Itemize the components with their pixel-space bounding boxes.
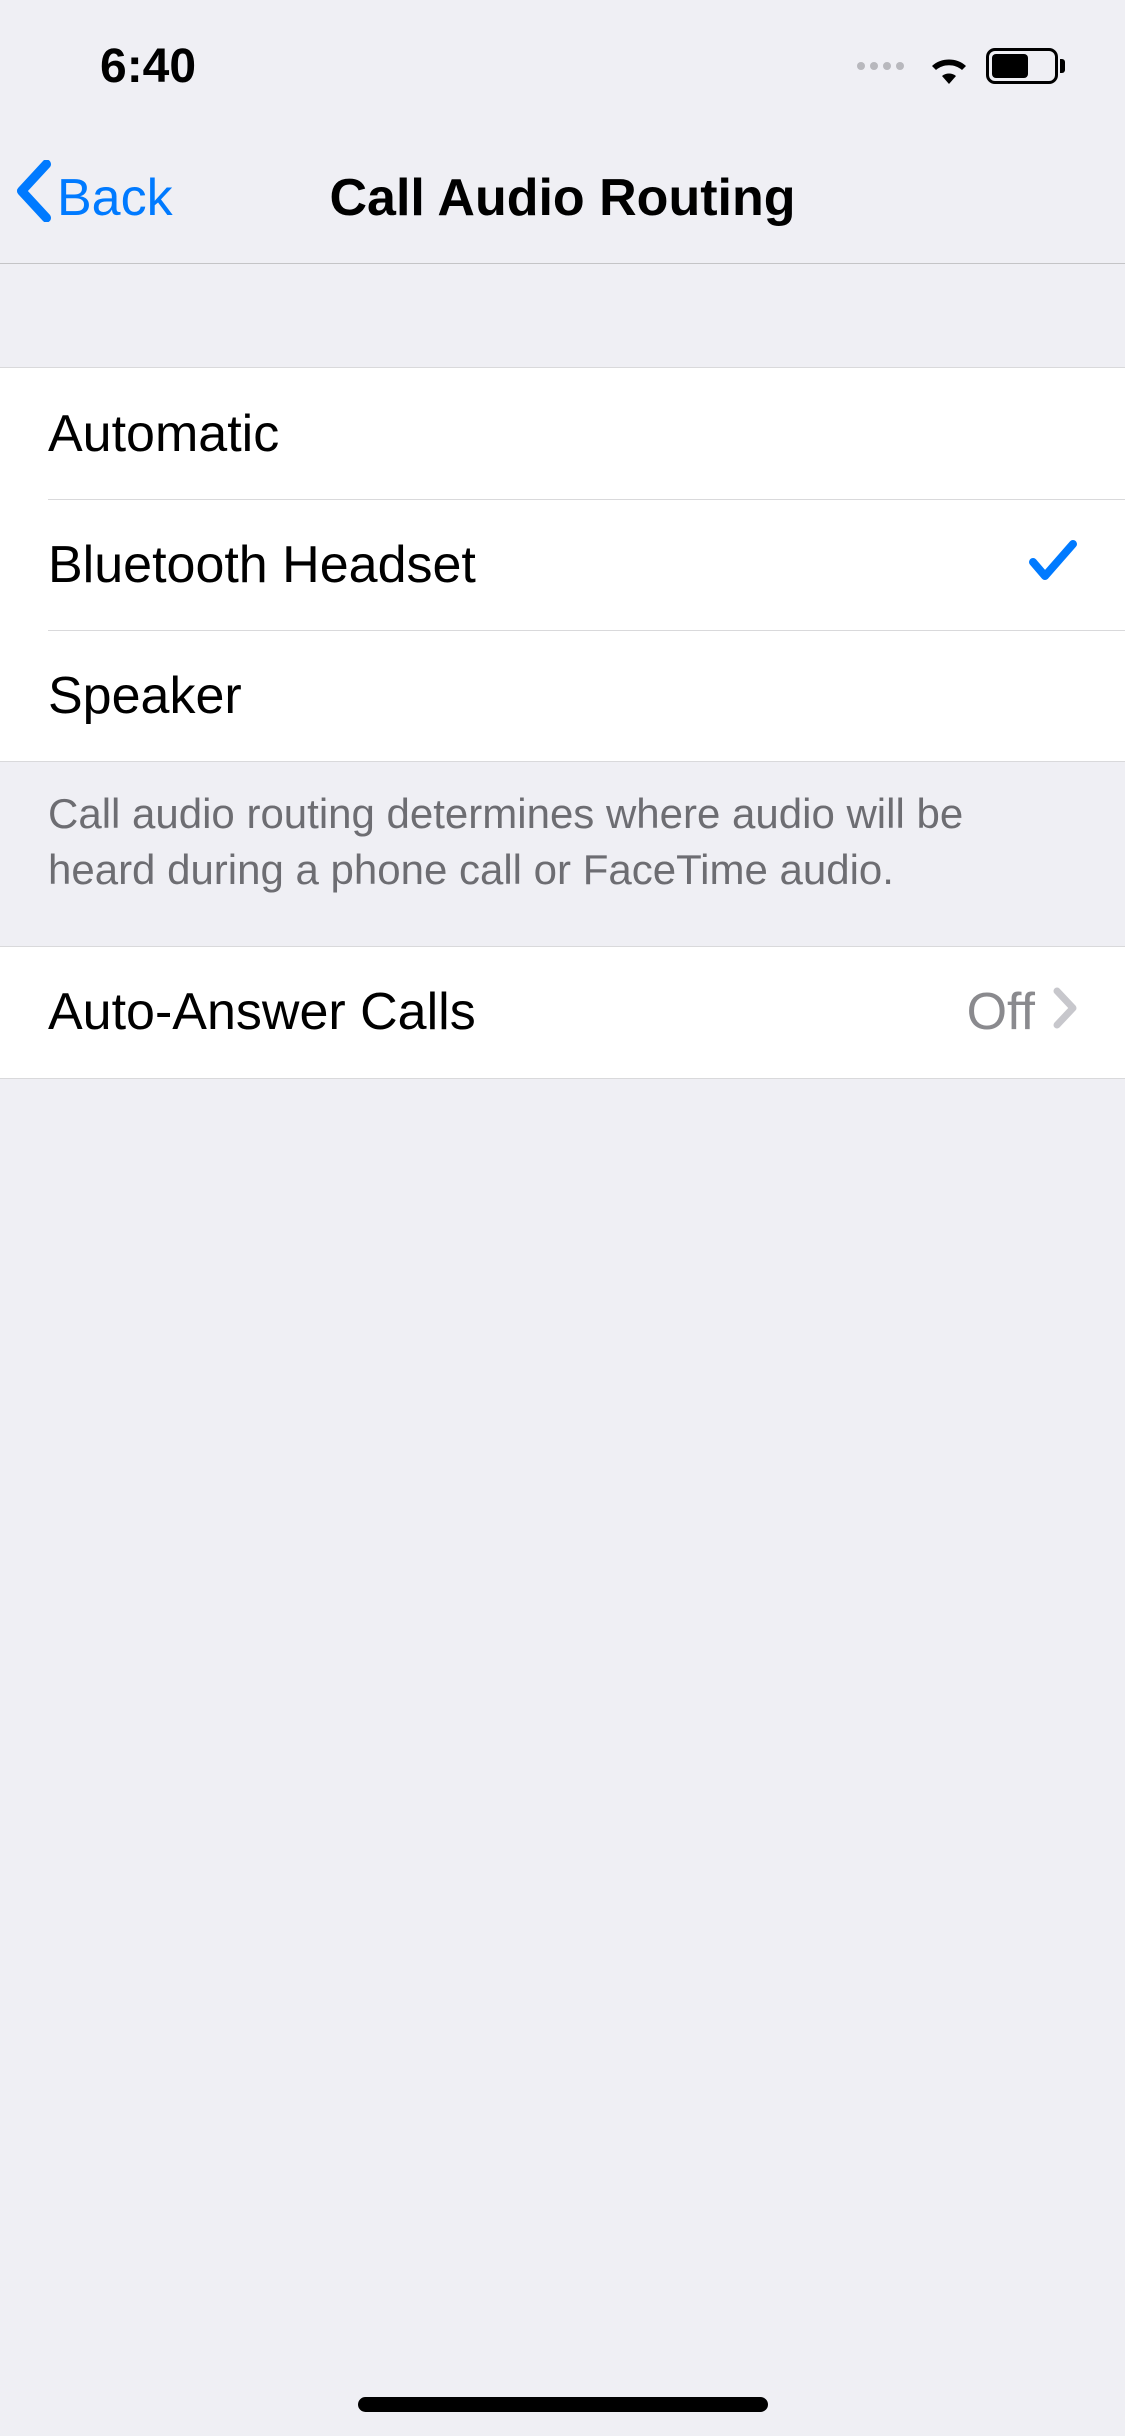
auto-answer-value: Off [967,982,1035,1042]
home-indicator [358,2397,768,2412]
status-time: 6:40 [100,39,196,94]
status-bar: 6:40 [0,0,1125,132]
routing-option-automatic[interactable]: Automatic [0,368,1125,499]
chevron-right-icon [1053,982,1077,1042]
routing-option-speaker[interactable]: Speaker [0,630,1125,761]
wifi-icon [924,48,974,84]
back-label: Back [57,168,173,228]
auto-answer-label: Auto-Answer Calls [48,982,967,1042]
checkmark-icon [1029,535,1077,595]
chevron-left-icon [15,160,53,235]
status-right [857,48,1065,84]
back-button[interactable]: Back [15,160,173,235]
routing-footer-text: Call audio routing determines where audi… [0,762,1125,946]
option-label: Automatic [48,404,1077,464]
routing-option-bluetooth-headset[interactable]: Bluetooth Headset [0,499,1125,630]
option-label: Bluetooth Headset [48,535,1029,595]
battery-icon [986,48,1065,84]
nav-bar: Back Call Audio Routing [0,132,1125,264]
option-label: Speaker [48,666,1077,726]
auto-answer-group: Auto-Answer Calls Off [0,946,1125,1079]
routing-options-group: Automatic Bluetooth Headset Speaker [0,367,1125,762]
section-spacer [0,264,1125,367]
cellular-dots-icon [857,62,904,70]
auto-answer-row[interactable]: Auto-Answer Calls Off [0,947,1125,1078]
